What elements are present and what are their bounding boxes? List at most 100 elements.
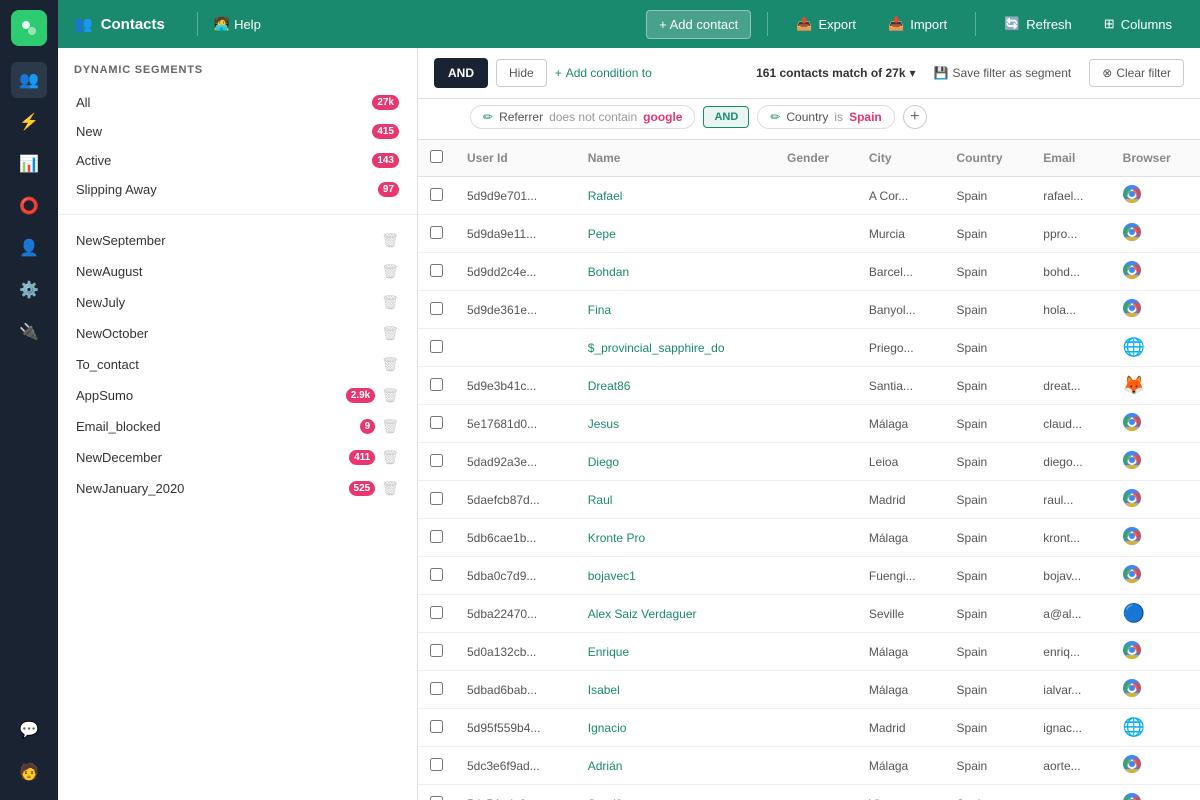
cell-name[interactable]: Jesus	[576, 405, 775, 443]
cell-name[interactable]: Fina	[576, 291, 775, 329]
trash-icon[interactable]: 🗑	[381, 418, 399, 435]
row-checkbox[interactable]	[430, 264, 443, 277]
col-userid: User Id	[455, 140, 576, 177]
row-checkbox[interactable]	[430, 682, 443, 695]
export-icon: 📤	[796, 16, 812, 32]
row-checkbox[interactable]	[430, 378, 443, 391]
sidebar-item-newDecember[interactable]: NewDecember 411 🗑	[66, 442, 409, 473]
nav-users[interactable]: 👤	[11, 230, 47, 266]
cell-gender	[775, 481, 857, 519]
nav-contacts[interactable]: 👥	[11, 62, 47, 98]
cell-name[interactable]: Send2me	[576, 785, 775, 800]
trash-icon[interactable]: 🗑	[381, 449, 399, 466]
row-checkbox[interactable]	[430, 758, 443, 771]
sidebar-item-newJuly[interactable]: NewJuly 🗑	[66, 287, 409, 318]
sidebar-item-newAugust[interactable]: NewAugust 🗑	[66, 256, 409, 287]
help-link[interactable]: 🧑‍💻 Help	[214, 16, 261, 32]
nav-chat[interactable]: 💬	[11, 712, 47, 748]
and-button[interactable]: AND	[434, 58, 488, 88]
select-all-header[interactable]	[418, 140, 455, 177]
cell-email: raul...	[1031, 481, 1110, 519]
sidebar-item-newSeptember[interactable]: NewSeptember 🗑	[66, 225, 409, 256]
cell-name[interactable]: Dreat86	[576, 367, 775, 405]
trash-icon[interactable]: 🗑	[381, 232, 399, 249]
clear-icon: ⊗	[1102, 66, 1112, 80]
trash-icon[interactable]: 🗑	[381, 294, 399, 311]
sidebar-item-all[interactable]: All 27k	[66, 88, 409, 117]
nav-settings[interactable]: ⚙️	[11, 272, 47, 308]
sidebar-item-appsumo[interactable]: AppSumo 2.9k 🗑	[66, 380, 409, 411]
cell-name[interactable]: Raul	[576, 481, 775, 519]
cell-browser: 🔵	[1111, 595, 1200, 633]
columns-button[interactable]: ⊞ Columns	[1092, 10, 1184, 38]
row-checkbox[interactable]	[430, 188, 443, 201]
cell-city: Málaga	[857, 519, 945, 557]
sidebar-item-active[interactable]: Active 143	[66, 146, 409, 175]
sidebar-item-slipping[interactable]: Slipping Away 97	[66, 175, 409, 204]
row-checkbox[interactable]	[430, 340, 443, 353]
chrome-icon	[1123, 261, 1141, 279]
sidebar-item-newJanuary[interactable]: NewJanuary_2020 525 🗑	[66, 473, 409, 504]
hide-button[interactable]: Hide	[496, 59, 547, 87]
cell-name[interactable]: Rafael	[576, 177, 775, 215]
row-checkbox[interactable]	[430, 454, 443, 467]
sidebar-item-email_blocked[interactable]: Email_blocked 9 🗑	[66, 411, 409, 442]
row-checkbox[interactable]	[430, 796, 443, 800]
cell-name[interactable]: Isabel	[576, 671, 775, 709]
select-all-checkbox[interactable]	[430, 150, 443, 163]
condition-country[interactable]: ✏ Country is Spain	[757, 105, 894, 129]
trash-icon[interactable]: 🗑	[381, 325, 399, 342]
cell-userid: 5dad92a3e...	[455, 443, 576, 481]
row-checkbox[interactable]	[430, 568, 443, 581]
refresh-button[interactable]: 🔄 Refresh	[992, 10, 1084, 38]
cell-email: bohd...	[1031, 253, 1110, 291]
export-button[interactable]: 📤 Export	[784, 10, 868, 38]
cell-name[interactable]: Adrián	[576, 747, 775, 785]
nav-plugin[interactable]: 🔌	[11, 314, 47, 350]
sidebar-item-newOctober[interactable]: NewOctober 🗑	[66, 318, 409, 349]
chrome-icon	[1123, 641, 1141, 659]
add-condition-pill-button[interactable]: +	[903, 105, 927, 129]
trash-icon[interactable]: 🗑	[381, 263, 399, 280]
nav-bolt[interactable]: ⚡	[11, 104, 47, 140]
row-checkbox[interactable]	[430, 606, 443, 619]
top-header: 👥 Contacts 🧑‍💻 Help + Add contact 📤 Expo…	[58, 0, 1200, 48]
cell-name[interactable]: bojavec1	[576, 557, 775, 595]
row-checkbox[interactable]	[430, 302, 443, 315]
trash-icon[interactable]: 🗑	[381, 480, 399, 497]
row-checkbox[interactable]	[430, 226, 443, 239]
cell-name[interactable]: Alex Saiz Verdaguer	[576, 595, 775, 633]
row-checkbox[interactable]	[430, 492, 443, 505]
cell-browser: 🌐	[1111, 329, 1200, 367]
trash-icon[interactable]: 🗑	[381, 387, 399, 404]
cell-name[interactable]: Enrique	[576, 633, 775, 671]
row-checkbox[interactable]	[430, 416, 443, 429]
add-contact-button[interactable]: + Add contact	[646, 10, 751, 39]
cell-country: Spain	[945, 519, 1032, 557]
cell-name[interactable]: Bohdan	[576, 253, 775, 291]
chrome-icon	[1123, 299, 1141, 317]
cell-name[interactable]: Diego	[576, 443, 775, 481]
row-checkbox[interactable]	[430, 644, 443, 657]
add-condition-button[interactable]: + Add condition to	[555, 66, 652, 80]
nav-chart[interactable]: 📊	[11, 146, 47, 182]
cell-name[interactable]: Ignacio	[576, 709, 775, 747]
nav-circle[interactable]: ⭕	[11, 188, 47, 224]
cell-name[interactable]: Kronte Pro	[576, 519, 775, 557]
trash-icon[interactable]: 🗑	[381, 356, 399, 373]
condition-referrer[interactable]: ✏ Referrer does not contain google	[470, 105, 695, 129]
table-row: 5dc3e6f9ad...AdriánMálagaSpainaorte...	[418, 747, 1200, 785]
cell-name[interactable]: Pepe	[576, 215, 775, 253]
sidebar-item-to_contact[interactable]: To_contact 🗑	[66, 349, 409, 380]
sidebar-item-new[interactable]: New 415	[66, 117, 409, 146]
table-row: 5e17681d0...JesusMálagaSpainclaud...	[418, 405, 1200, 443]
clear-filter-button[interactable]: ⊗ Clear filter	[1089, 59, 1184, 87]
import-button[interactable]: 📥 Import	[876, 10, 959, 38]
nav-avatar[interactable]: 🧑	[11, 754, 47, 790]
cell-browser	[1111, 557, 1200, 595]
cell-gender	[775, 215, 857, 253]
save-segment-button[interactable]: 💾 Save filter as segment	[924, 60, 1082, 86]
row-checkbox[interactable]	[430, 720, 443, 733]
row-checkbox[interactable]	[430, 530, 443, 543]
cell-name[interactable]: $_provincial_sapphire_do	[576, 329, 775, 367]
